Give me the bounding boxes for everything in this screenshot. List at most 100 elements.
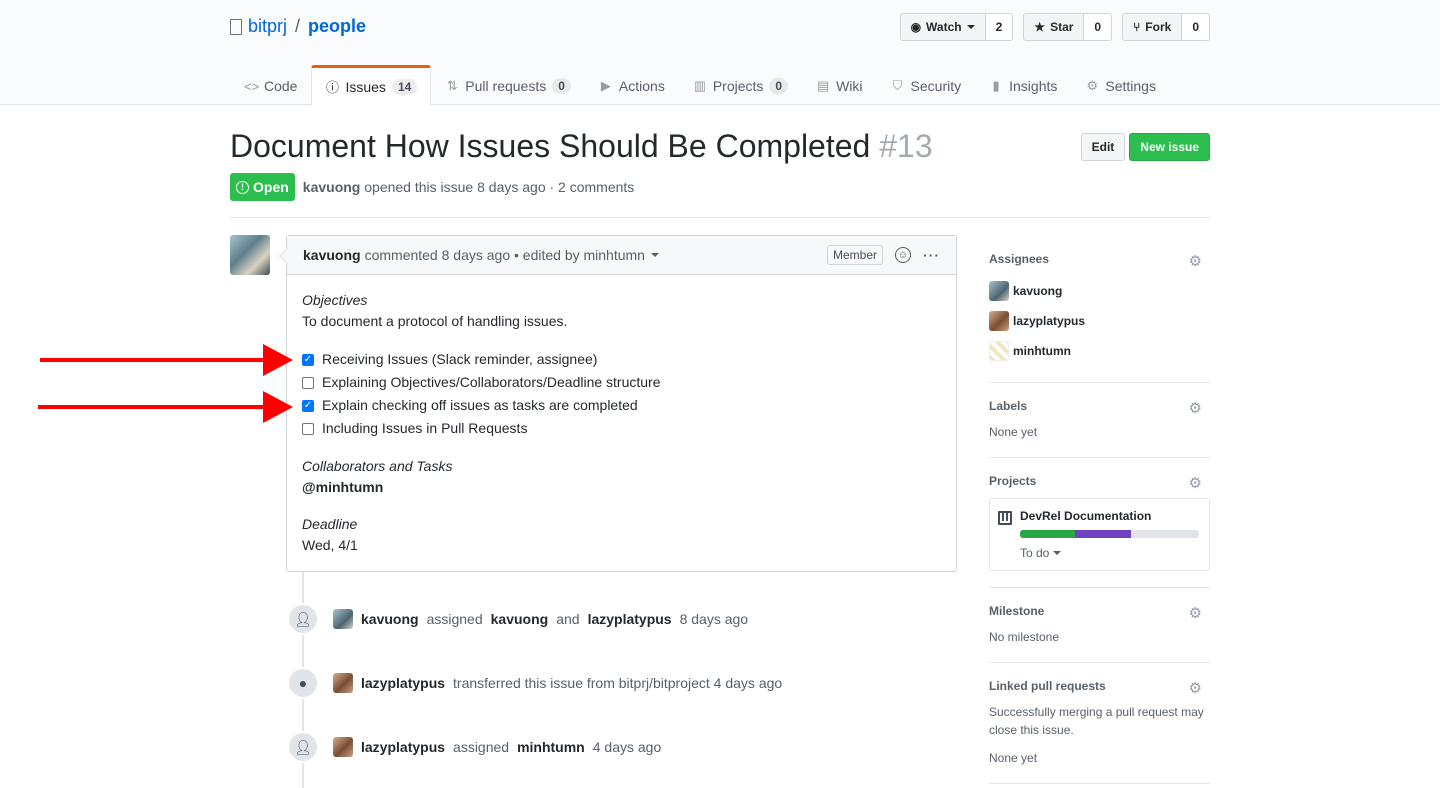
event-user-link[interactable]: kavuong <box>491 611 549 627</box>
tab-label: Insights <box>1009 78 1058 94</box>
project-icon: ▥ <box>693 78 706 93</box>
issue-author-link[interactable]: kavuong <box>303 179 361 195</box>
avatar[interactable] <box>333 609 353 629</box>
project-icon <box>998 511 1012 525</box>
gear-icon[interactable]: ⚙ <box>1189 399 1202 417</box>
event-actor[interactable]: lazyplatypus <box>361 675 445 691</box>
repo-name-link[interactable]: people <box>308 16 366 37</box>
avatar[interactable] <box>333 737 353 757</box>
annotation-arrow-shaft <box>40 358 272 362</box>
assignee-item[interactable]: kavuong <box>989 276 1210 306</box>
sidebar-assignees: Assignees ⚙ kavuong lazyplatypus minhtum… <box>989 236 1210 383</box>
task-checkbox[interactable]: ✓ <box>302 399 314 412</box>
labels-heading: Labels <box>989 399 1028 413</box>
watch-count[interactable]: 2 <box>985 13 1014 41</box>
eye-icon: ◉ <box>910 20 922 34</box>
task-list: ✓ Receiving Issues (Slack reminder, assi… <box>302 348 941 440</box>
tab-label: Security <box>910 78 962 94</box>
fork-label: Fork <box>1145 20 1172 34</box>
tab-settings[interactable]: ⚙ Settings <box>1071 65 1170 105</box>
gear-icon[interactable]: ⚙ <box>1189 252 1202 270</box>
issue-sidebar: Assignees ⚙ kavuong lazyplatypus minhtum… <box>989 236 1210 784</box>
dot-icon: ● <box>287 667 319 699</box>
star-label: Star <box>1050 20 1074 34</box>
objectives-heading: Objectives <box>302 292 368 308</box>
assignee-item[interactable]: lazyplatypus <box>989 306 1210 336</box>
gear-icon: ⚙ <box>1086 78 1099 93</box>
fork-count[interactable]: 0 <box>1182 13 1210 41</box>
tab-label: Projects <box>712 78 764 94</box>
watch-button[interactable]: ◉ Watch <box>899 13 986 41</box>
deadline-text: Wed, 4/1 <box>302 537 358 553</box>
timeline-event: ● lazyplatypus transferred this issue fr… <box>287 667 782 699</box>
tab-insights[interactable]: ▮ Insights <box>975 65 1071 105</box>
gear-icon[interactable]: ⚙ <box>1189 679 1202 697</box>
tab-label: Pull requests <box>465 78 547 94</box>
tab-counter: 0 <box>552 78 571 94</box>
fork-icon: ⑂ <box>1133 20 1141 34</box>
task-item: ✓ Explain checking off issues as tasks a… <box>302 394 941 417</box>
collaborators-section: Collaborators and Tasks @minhtumn <box>302 456 941 498</box>
tab-actions[interactable]: ▶ Actions <box>585 65 679 105</box>
more-options-icon[interactable]: ··· <box>923 247 940 263</box>
event-user-link[interactable]: lazyplatypus <box>588 611 672 627</box>
project-column-select[interactable]: To do <box>1020 546 1199 560</box>
task-label: Including Issues in Pull Requests <box>322 420 528 436</box>
sidebar-labels: Labels ⚙ None yet <box>989 383 1210 458</box>
person-icon: 👤︎ <box>287 731 319 763</box>
watch-label: Watch <box>926 20 962 34</box>
smiley-icon[interactable]: ☺ <box>895 247 911 263</box>
tab-projects[interactable]: ▥ Projects 0 <box>679 65 802 105</box>
star-button[interactable]: ★ Star <box>1023 13 1085 41</box>
new-issue-button[interactable]: New issue <box>1129 133 1210 161</box>
tab-wiki[interactable]: ▤ Wiki <box>802 65 876 105</box>
project-card[interactable]: DevRel Documentation To do <box>989 498 1210 571</box>
repo-nav: <> Code ⓘ Issues 14 ⇅ Pull requests 0 ▶ … <box>230 65 1170 106</box>
project-progress <box>1020 530 1199 538</box>
issue-header-actions: Edit New issue <box>1080 133 1210 161</box>
star-count[interactable]: 0 <box>1084 13 1113 41</box>
star-icon: ★ <box>1034 20 1046 34</box>
assignee-name: kavuong <box>1013 284 1063 298</box>
comment-author-link[interactable]: kavuong <box>303 247 361 263</box>
task-checkbox[interactable] <box>302 376 314 389</box>
gear-icon[interactable]: ⚙ <box>1189 604 1202 622</box>
mention-link[interactable]: @minhtumn <box>302 479 383 495</box>
assignee-item[interactable]: minhtumn <box>989 336 1210 366</box>
gear-icon[interactable]: ⚙ <box>1189 474 1202 492</box>
status-badge: ! Open <box>230 173 295 201</box>
objectives-section: Objectives To document a protocol of han… <box>302 290 941 332</box>
task-checkbox[interactable] <box>302 422 314 435</box>
event-actor[interactable]: kavuong <box>361 611 419 627</box>
issue-number: #13 <box>879 128 933 164</box>
task-checkbox[interactable]: ✓ <box>302 353 314 366</box>
comment-meta[interactable]: commented 8 days ago • edited by minhtum… <box>365 247 645 263</box>
tab-issues[interactable]: ⓘ Issues 14 <box>311 65 432 106</box>
issue-open-icon: ! <box>236 180 249 194</box>
avatar[interactable] <box>333 673 353 693</box>
avatar[interactable] <box>230 235 270 275</box>
milestone-heading: Milestone <box>989 604 1045 618</box>
fork-button[interactable]: ⑂ Fork <box>1122 13 1183 41</box>
chevron-down-icon[interactable] <box>650 253 659 257</box>
event-user-link[interactable]: minhtumn <box>517 739 585 755</box>
timeline-event: 👤︎ lazyplatypus assigned minhtumn 4 days… <box>287 731 661 763</box>
repo-owner-link[interactable]: bitprj <box>248 16 287 37</box>
star-group: ★ Star 0 <box>1023 13 1113 41</box>
project-name[interactable]: DevRel Documentation <box>1020 509 1199 523</box>
issue-title-text: Document How Issues Should Be Completed <box>230 128 871 164</box>
edit-button[interactable]: Edit <box>1080 133 1126 161</box>
tab-code[interactable]: <> Code <box>230 65 311 105</box>
event-text: assigned <box>453 739 510 755</box>
pull-request-icon: ⇅ <box>446 78 458 93</box>
projects-heading: Projects <box>989 474 1037 488</box>
event-actor[interactable]: lazyplatypus <box>361 739 445 755</box>
issue-meta: ! Open kavuong opened this issue 8 days … <box>230 173 634 201</box>
tab-pull-requests[interactable]: ⇅ Pull requests 0 <box>431 65 585 105</box>
watch-group: ◉ Watch 2 <box>899 13 1014 41</box>
deadline-section: Deadline Wed, 4/1 <box>302 514 941 556</box>
deadline-heading: Deadline <box>302 516 358 532</box>
tab-label: Actions <box>618 78 665 94</box>
tab-security[interactable]: ⛉ Security <box>877 65 976 105</box>
sidebar-linked-prs: Linked pull requests ⚙ Successfully merg… <box>989 663 1210 784</box>
